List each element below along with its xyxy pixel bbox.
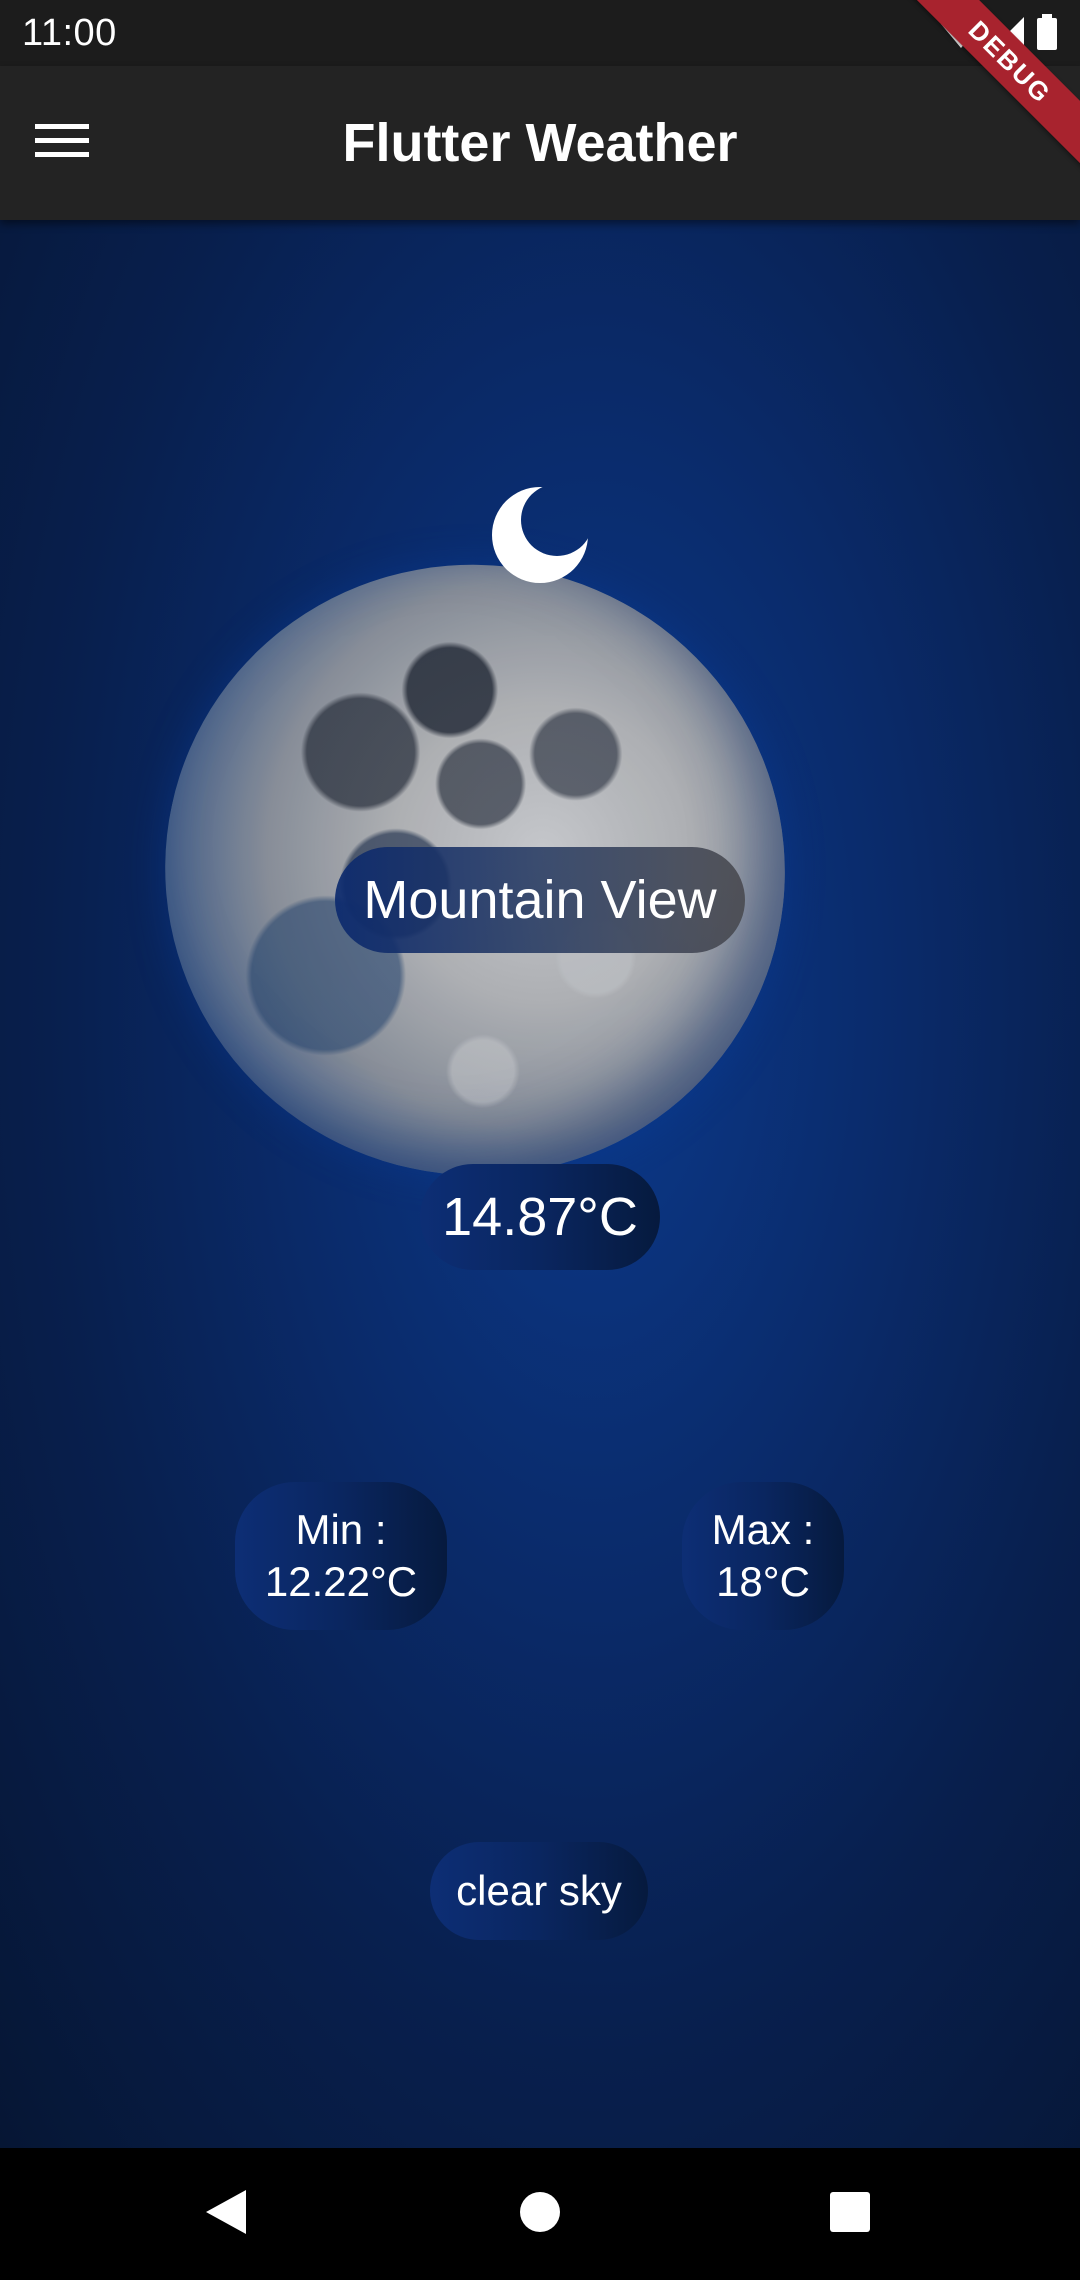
- city-name: Mountain View: [335, 847, 745, 953]
- max-temperature: Max : 18°C: [682, 1482, 844, 1630]
- recents-icon: [828, 2190, 872, 2239]
- current-temperature: 14.87°C: [420, 1164, 660, 1270]
- app-title: Flutter Weather: [342, 113, 738, 173]
- max-value: 18°C: [716, 1558, 810, 1605]
- min-value: 12.22°C: [264, 1558, 418, 1605]
- min-temperature: Min : 12.22°C: [235, 1482, 447, 1630]
- screen: 11:00 Flutter Weather DEBUG Mountain Vie…: [0, 0, 1080, 2280]
- back-icon: [204, 2188, 248, 2241]
- back-button[interactable]: [196, 2184, 256, 2244]
- max-label: Max :: [711, 1506, 815, 1553]
- battery-icon: [1036, 13, 1058, 55]
- home-button[interactable]: [510, 2184, 570, 2244]
- system-nav-bar: [0, 2148, 1080, 2280]
- status-bar: 11:00: [0, 0, 1080, 66]
- app-bar: Flutter Weather: [0, 66, 1080, 220]
- min-label: Min :: [295, 1506, 387, 1553]
- weather-body: Mountain View 14.87°C Min : 12.22°C Max …: [0, 220, 1080, 2148]
- crescent-moon-icon: [485, 480, 595, 590]
- weather-description: clear sky: [430, 1842, 648, 1940]
- home-icon: [518, 2190, 562, 2239]
- recents-button[interactable]: [820, 2184, 880, 2244]
- status-time: 11:00: [22, 12, 117, 54]
